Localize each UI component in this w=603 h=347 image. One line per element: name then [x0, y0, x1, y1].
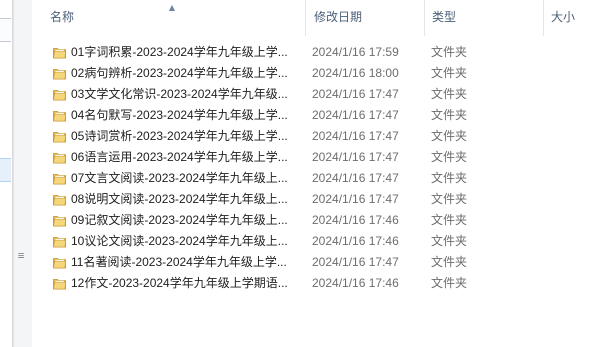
explorer-window: ≡ ▲ 名称 修改日期 类型 大小 01字词积累-2023-2024学年九年级上…: [0, 0, 603, 347]
file-date-modified: 2024/1/16 17:59: [312, 45, 399, 59]
file-row[interactable]: 01字词积累-2023-2024学年九年级上学... 2024/1/16 17:5…: [32, 42, 603, 63]
file-date-modified: 2024/1/16 17:47: [312, 87, 399, 101]
file-type: 文件夹: [431, 45, 468, 59]
file-date-modified: 2024/1/16 17:47: [312, 171, 399, 185]
splitter-grip-icon[interactable]: ≡: [17, 250, 25, 262]
file-row[interactable]: 03文学文化常识-2023-2024学年九年级... 2024/1/16 17:4…: [32, 84, 603, 105]
file-rows: 01字词积累-2023-2024学年九年级上学... 2024/1/16 17:5…: [32, 42, 603, 294]
navigation-pane[interactable]: [0, 0, 13, 347]
file-row[interactable]: 12作文-2023-2024学年九年级上学期语... 2024/1/16 17:4…: [32, 273, 603, 294]
navigation-pane-selected-item[interactable]: [0, 158, 11, 182]
file-name[interactable]: 12作文-2023-2024学年九年级上学期语...: [71, 273, 303, 294]
file-name[interactable]: 03文学文化常识-2023-2024学年九年级...: [71, 84, 303, 105]
file-type: 文件夹: [431, 108, 468, 122]
file-row[interactable]: 05诗词赏析-2023-2024学年九年级上学... 2024/1/16 17:4…: [32, 126, 603, 147]
folder-icon: [52, 213, 67, 228]
file-row[interactable]: 10议论文阅读-2023-2024学年九年级上... 2024/1/16 17:4…: [32, 231, 603, 252]
file-name[interactable]: 04名句默写-2023-2024学年九年级上学...: [71, 105, 303, 126]
file-type: 文件夹: [431, 171, 468, 185]
folder-icon: [52, 171, 67, 186]
column-header-name[interactable]: 名称: [32, 0, 305, 36]
folder-icon: [52, 276, 67, 291]
navigation-pane-item[interactable]: [0, 18, 11, 42]
file-row[interactable]: 11名著阅读-2023-2024学年九年级上学... 2024/1/16 17:4…: [32, 252, 603, 273]
file-type: 文件夹: [431, 255, 468, 269]
file-date-modified: 2024/1/16 17:47: [312, 192, 399, 206]
column-header-bar: ▲ 名称 修改日期 类型 大小: [32, 0, 603, 36]
file-date-modified: 2024/1/16 17:46: [312, 213, 399, 227]
file-name[interactable]: 08说明文阅读-2023-2024学年九年级上...: [71, 189, 303, 210]
file-name[interactable]: 10议论文阅读-2023-2024学年九年级上...: [71, 231, 303, 252]
file-name[interactable]: 02病句辨析-2023-2024学年九年级上学...: [71, 63, 303, 84]
file-type: 文件夹: [431, 234, 468, 248]
file-name[interactable]: 01字词积累-2023-2024学年九年级上学...: [71, 42, 303, 63]
file-type: 文件夹: [431, 66, 468, 80]
file-name[interactable]: 07文言文阅读-2023-2024学年九年级上...: [71, 168, 303, 189]
file-list: ▲ 名称 修改日期 类型 大小 01字词积累-2023-2024学年九年级上学.…: [32, 0, 603, 347]
file-type: 文件夹: [431, 129, 468, 143]
file-type: 文件夹: [431, 213, 468, 227]
file-name[interactable]: 05诗词赏析-2023-2024学年九年级上学...: [71, 126, 303, 147]
column-header-date-modified[interactable]: 修改日期: [305, 0, 424, 36]
folder-icon: [52, 234, 67, 249]
file-name[interactable]: 06语言运用-2023-2024学年九年级上学...: [71, 147, 303, 168]
file-type: 文件夹: [431, 87, 468, 101]
file-date-modified: 2024/1/16 17:47: [312, 255, 399, 269]
file-name[interactable]: 11名著阅读-2023-2024学年九年级上学...: [71, 252, 303, 273]
file-date-modified: 2024/1/16 17:46: [312, 234, 399, 248]
file-type: 文件夹: [431, 192, 468, 206]
file-row[interactable]: 04名句默写-2023-2024学年九年级上学... 2024/1/16 17:4…: [32, 105, 603, 126]
file-date-modified: 2024/1/16 18:00: [312, 66, 399, 80]
file-row[interactable]: 02病句辨析-2023-2024学年九年级上学... 2024/1/16 18:0…: [32, 63, 603, 84]
folder-icon: [52, 66, 67, 81]
folder-icon: [52, 192, 67, 207]
file-row[interactable]: 06语言运用-2023-2024学年九年级上学... 2024/1/16 17:4…: [32, 147, 603, 168]
column-header-type[interactable]: 类型: [424, 0, 543, 36]
folder-icon: [52, 45, 67, 60]
file-type: 文件夹: [431, 150, 468, 164]
file-date-modified: 2024/1/16 17:47: [312, 129, 399, 143]
file-type: 文件夹: [431, 276, 468, 290]
folder-icon: [52, 255, 67, 270]
file-row[interactable]: 07文言文阅读-2023-2024学年九年级上... 2024/1/16 17:4…: [32, 168, 603, 189]
column-header-size[interactable]: 大小: [543, 0, 603, 36]
folder-icon: [52, 108, 67, 123]
file-row[interactable]: 09记叙文阅读-2023-2024学年九年级上... 2024/1/16 17:4…: [32, 210, 603, 231]
folder-icon: [52, 129, 67, 144]
file-row[interactable]: 08说明文阅读-2023-2024学年九年级上... 2024/1/16 17:4…: [32, 189, 603, 210]
file-date-modified: 2024/1/16 17:47: [312, 150, 399, 164]
file-name[interactable]: 09记叙文阅读-2023-2024学年九年级上...: [71, 210, 303, 231]
file-date-modified: 2024/1/16 17:46: [312, 276, 399, 290]
folder-icon: [52, 87, 67, 102]
file-date-modified: 2024/1/16 17:47: [312, 108, 399, 122]
folder-icon: [52, 150, 67, 165]
pane-splitter[interactable]: ≡: [13, 0, 33, 347]
